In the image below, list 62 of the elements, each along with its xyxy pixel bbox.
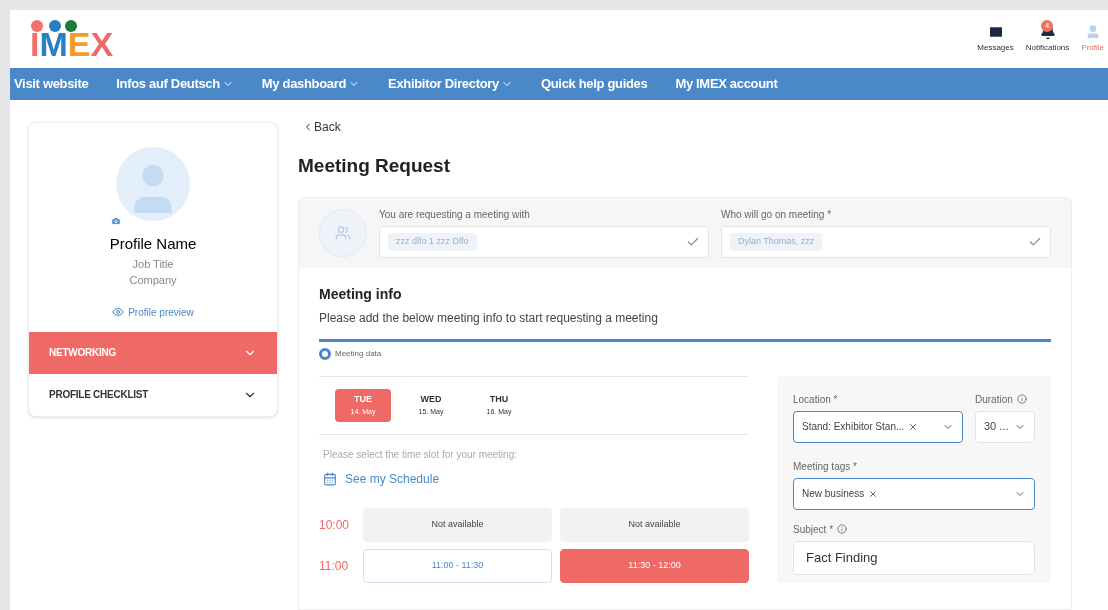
field-label: Duration [975,392,1013,407]
field-label: Location * [793,392,839,407]
profile-name: Profile Name [109,234,197,254]
page-title: Meeting Request [298,154,452,178]
section-subtitle: Please add the below meeting info to start requesting a meeting [319,309,659,327]
eye-icon [112,306,125,318]
nav-item[interactable]: Infos auf Deutsch [116,74,234,94]
logo-letter: I [30,29,40,59]
participant-chip: zzz dlfo 1 zzz Dlfo [388,233,477,251]
schedule-link[interactable]: See my Schedule [323,469,440,488]
profile-preview-link[interactable]: Profile preview [112,304,194,320]
back-link[interactable]: Back [302,118,341,136]
logo-letter: E [67,29,91,59]
logo-letter: X [90,29,114,59]
imex-logo[interactable]: IMEX [30,19,114,59]
participant-field[interactable]: zzz dlfo 1 zzz Dlfo [379,226,709,258]
participant-chip: Dylan Thomas, zzz [730,233,823,251]
time-slot[interactable]: Not available [363,507,552,542]
nav-item[interactable]: Exhibitor Directory [388,74,513,94]
field-label: Subject * [793,522,834,537]
header-action-label: Notifications [1025,42,1070,54]
header-action-label: Messages [977,42,1014,54]
check-icon [1028,235,1042,249]
sidebar-section[interactable]: NETWORKING [29,331,277,374]
clear-icon[interactable] [868,488,879,499]
info-icon [1016,394,1027,404]
participant-field[interactable]: Dylan Thomas, zzz [721,226,1051,258]
location-select[interactable]: Stand: Exhibitor Stan... [793,410,963,443]
nav-item[interactable]: Quick help guides [540,74,648,94]
time-slot[interactable]: 11:00 - 11:30 [363,548,552,583]
header-action[interactable]: Messages [973,24,1018,54]
hour-label: 10:00 [319,516,351,534]
info-icon [837,524,848,534]
time-slot[interactable]: 11:30 - 12:00 [560,548,749,583]
tags-select[interactable]: New business [793,477,1035,510]
check-icon [686,235,700,249]
hour-label: 11:00 [319,557,350,575]
step-indicator-icon [319,347,331,360]
logo-letter: M [39,29,68,59]
calendar-icon [323,471,337,486]
location-value: Stand: Exhibitor Stan... [802,420,905,434]
nav-item[interactable]: Visit website [14,74,89,94]
field-label: Meeting tags * [793,459,858,474]
time-slot[interactable]: Not available [560,507,749,542]
slot-prompt: Please select the time slot for your meeting: [323,447,518,462]
section-title: Meeting info [319,284,403,304]
job-title: Job Title [132,256,174,272]
header-action[interactable]: Profile [1077,24,1108,54]
field-label: You are requesting a meeting with [379,208,531,222]
duration-value: 30 ... [984,419,1009,435]
nav-item[interactable]: My dashboard [261,74,361,94]
group-avatar [319,208,367,257]
field-label: Who will go on meeting * [721,208,833,222]
step-label: Meeting data [335,347,382,360]
duration-select[interactable]: 30 ... [975,410,1035,443]
tag-value: New business [802,487,865,501]
nav-item[interactable]: My IMEX account [675,74,778,94]
clear-icon[interactable] [908,421,919,432]
header-action-label: Profile [1081,42,1104,54]
company-name: Company [129,273,177,288]
subject-field[interactable]: Fact Finding [793,540,1035,575]
sidebar-section[interactable]: PROFILE CHECKLIST [29,373,277,416]
